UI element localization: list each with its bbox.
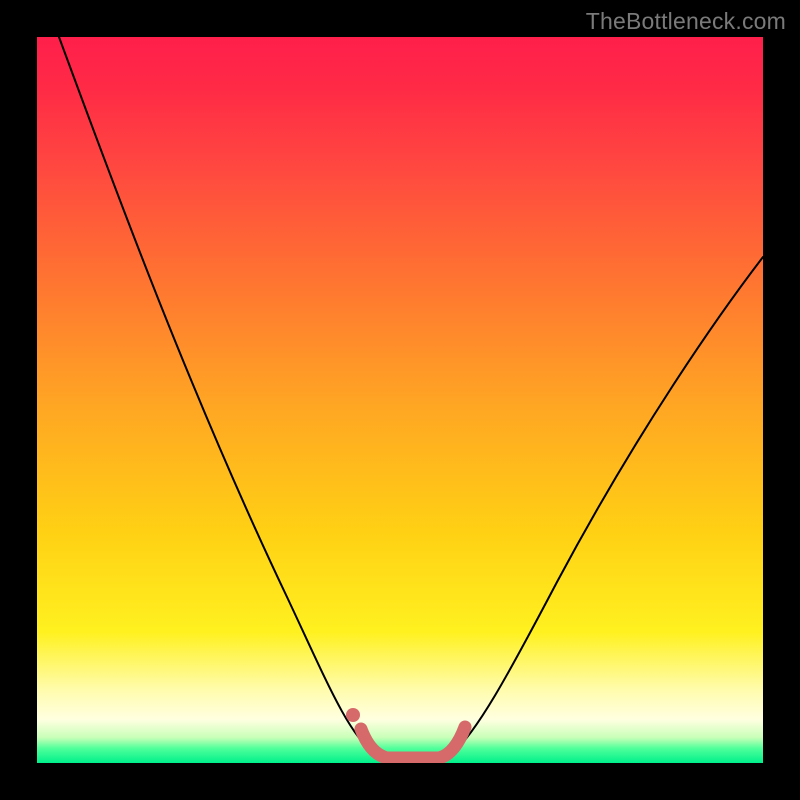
trough-highlight-stroke bbox=[361, 727, 465, 758]
curve-right-arm bbox=[451, 257, 763, 755]
plot-area bbox=[37, 37, 763, 763]
curve-left-arm bbox=[59, 37, 375, 755]
watermark-text: TheBottleneck.com bbox=[586, 8, 786, 35]
trough-highlight-dot bbox=[346, 708, 360, 722]
chart-frame: TheBottleneck.com bbox=[0, 0, 800, 800]
chart-svg bbox=[37, 37, 763, 763]
